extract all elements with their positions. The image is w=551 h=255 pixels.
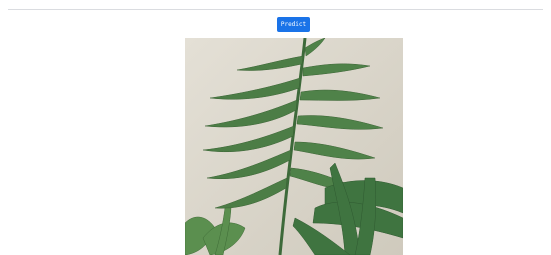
divider <box>8 9 543 10</box>
plant-leaf-photo <box>185 38 403 255</box>
predict-button[interactable]: Predict <box>277 17 310 32</box>
page: Predict <box>0 0 551 255</box>
